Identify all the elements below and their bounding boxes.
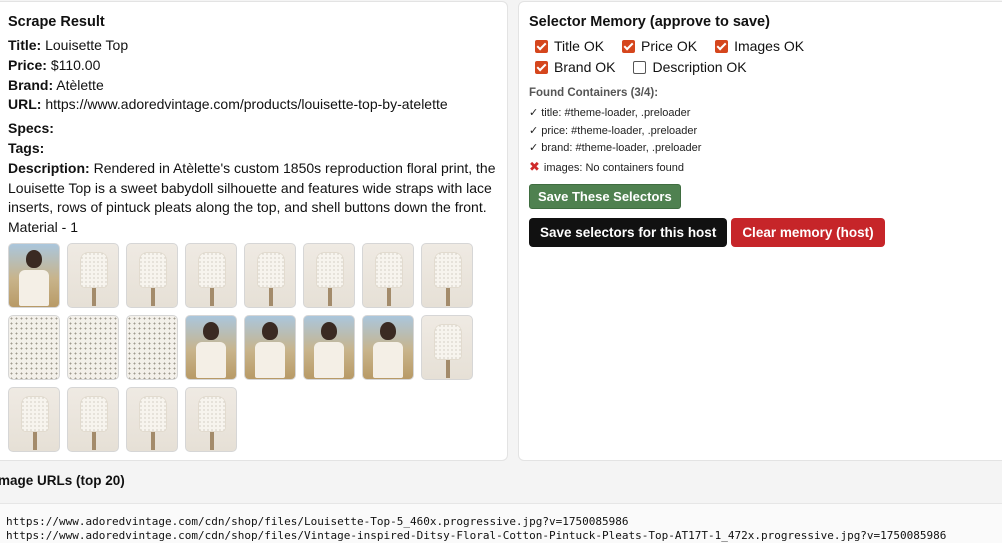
tags-row: Tags: [8,139,507,159]
found-item-text: price: #theme-loader, .preloader [541,124,698,137]
found-containers-title: Found Containers (3/4): [529,87,659,99]
check-mark-icon: ✓ [529,142,539,154]
title-label: Title: [8,37,42,53]
checkbox-row-1: Title OK Price OK Images OK [535,36,1002,57]
product-thumbnail-model-photo[interactable] [8,242,60,308]
image-thumbnails [8,242,478,452]
save-these-selectors-button[interactable]: Save These Selectors [529,184,681,209]
checkbox-label: Images OK [734,38,805,54]
checkbox-label: Brand OK [554,59,616,75]
checkbox-checked-icon[interactable] [535,61,548,74]
approval-checkboxes: Title OK Price OK Images OK Brand OK Des… [535,36,1002,78]
price-ok-checkbox[interactable]: Price OK [622,36,697,57]
found-item-text: brand: #theme-loader, .preloader [541,142,702,154]
url-label: URL: [8,96,42,113]
host-actions: Save selectors for this host Clear memor… [529,218,1002,247]
product-thumbnail-dress-form-photo[interactable] [8,386,60,452]
specs-row: Specs: [8,119,507,139]
cross-mark-icon: ✖ [529,158,540,174]
product-thumbnail-dress-form-photo[interactable] [126,386,178,452]
product-thumbnail-dress-form-photo[interactable] [421,242,473,308]
brand-ok-checkbox[interactable]: Brand OK [535,57,615,78]
clear-memory-host-button[interactable]: Clear memory (host) [731,218,885,247]
save-selectors-for-host-button[interactable]: Save selectors for this host [529,218,728,247]
image-urls-list[interactable]: https://www.adoredvintage.com/cdn/shop/f… [0,503,1002,543]
product-thumbnail-dress-form-photo[interactable] [303,242,355,308]
scrape-result-heading: Scrape Result [8,14,105,30]
checkbox-label: Title OK [554,38,605,54]
checkbox-checked-icon[interactable] [622,40,636,53]
product-thumbnail-fabric-detail-photo[interactable] [8,314,60,380]
product-thumbnail-model-photo[interactable] [362,314,414,380]
check-mark-icon: ✓ [529,107,539,119]
brand-value: Atèlette [56,76,104,93]
title-value: Louisette Top [45,37,129,53]
checkbox-checked-icon[interactable] [535,40,548,53]
url-value[interactable]: https://www.adoredvintage.com/products/l… [45,96,447,112]
product-thumbnail-dress-form-photo[interactable] [67,242,119,308]
checkbox-unchecked-icon[interactable] [633,61,647,74]
tags-label: Tags: [8,139,45,156]
product-thumbnail-dress-form-photo[interactable] [362,242,414,308]
title-ok-checkbox[interactable]: Title OK [535,36,604,57]
description-row: Description: Rendered in Atèlette's cust… [8,159,500,238]
product-thumbnail-dress-form-photo[interactable] [185,242,237,308]
price-value: $110.00 [50,56,101,73]
brand-label: Brand: [8,76,54,93]
specs-label: Specs: [8,120,54,137]
brand-row: Brand: Atèlette [8,76,507,96]
price-label: Price: [8,56,47,73]
title-row: Title: Louisette Top [8,36,507,56]
product-thumbnail-model-photo[interactable] [303,314,355,380]
price-row: Price: $110.00 [8,56,507,76]
image-url-line: https://www.adoredvintage.com/cdn/shop/f… [6,515,629,528]
found-item-title: ✓ title: #theme-loader, .preloader [529,105,1002,123]
product-thumbnail-dress-form-photo[interactable] [126,242,178,308]
product-thumbnail-dress-form-photo[interactable] [421,314,473,380]
found-item-price: ✓ price: #theme-loader, .preloader [529,123,1002,141]
found-item-text: images: No containers found [543,161,684,174]
image-url-line: https://www.adoredvintage.com/cdn/shop/f… [6,529,947,542]
found-item-brand: ✓ brand: #theme-loader, .preloader [529,140,1002,158]
product-thumbnail-model-photo[interactable] [244,314,296,380]
product-thumbnail-dress-form-photo[interactable] [185,386,237,452]
check-mark-icon: ✓ [529,124,539,137]
checkbox-label: Price OK [641,38,698,54]
product-thumbnail-fabric-detail-photo[interactable] [67,314,119,380]
image-urls-heading: mage URLs (top 20) [0,473,125,488]
product-thumbnail-model-photo[interactable] [185,314,237,380]
url-row: URL: https://www.adoredvintage.com/produ… [8,95,507,115]
checkbox-row-2: Brand OK Description OK [535,57,1002,78]
checkbox-label: Description OK [652,59,747,75]
found-item-text: title: #theme-loader, .preloader [541,107,691,119]
images-ok-checkbox[interactable]: Images OK [715,36,804,57]
scrape-result-panel: Scrape Result Title: Louisette Top Price… [0,1,508,461]
selector-memory-panel: Selector Memory (approve to save) Title … [518,1,1002,461]
description-ok-checkbox[interactable]: Description OK [633,57,747,78]
checkbox-checked-icon[interactable] [715,40,729,53]
description-label: Description: [8,159,90,176]
found-item-images: ✖ images: No containers found [529,158,1002,178]
product-thumbnail-dress-form-photo[interactable] [244,242,296,308]
selector-memory-heading: Selector Memory (approve to save) [529,14,770,30]
product-thumbnail-dress-form-photo[interactable] [67,386,119,452]
product-thumbnail-fabric-detail-photo[interactable] [126,314,178,380]
